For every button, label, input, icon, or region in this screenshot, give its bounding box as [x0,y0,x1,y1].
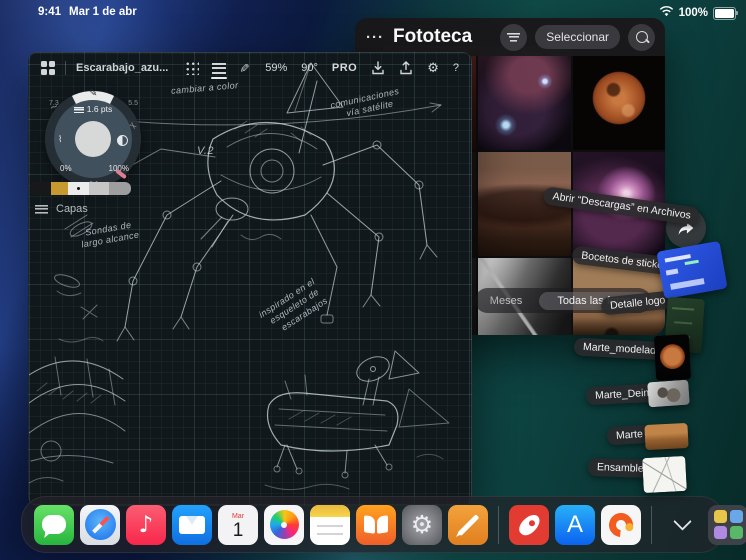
gallery-grid-icon[interactable] [41,61,55,75]
mail-app-icon[interactable] [172,504,212,545]
concepts-app-icon[interactable] [601,504,641,545]
music-app-icon[interactable]: ♪ [126,504,166,545]
battery-icon [713,6,738,20]
clock: 9:41 [38,6,62,18]
stylus-icon[interactable]: ✎ [237,63,251,73]
color-swatch-bar [31,182,131,195]
app-store-icon[interactable]: A [555,504,595,545]
drag-thumb-ensamble[interactable] [642,455,687,494]
fototeca-title: Fototeca [393,26,473,47]
stroke-lines-icon [73,106,84,113]
mini-apps-grid [713,510,743,539]
import-icon[interactable] [371,61,385,75]
notepad-icon [310,504,350,545]
dock-divider [498,505,499,544]
compass-icon [84,509,116,540]
more-options-button[interactable]: ··· [366,29,384,46]
concepts-window[interactable]: cambiar a color comunicaciones vía satél… [28,52,472,506]
layers-lines-icon [35,204,48,214]
smoothing-icon: ⌇ [58,134,63,144]
document-title[interactable]: Escarabajo_azu... [76,62,168,74]
opacity-contrast-icon [117,135,128,146]
settings-gear-icon[interactable]: ⚙ [427,61,439,76]
dock-collapse-button[interactable] [662,505,702,545]
layers-panel-toggle[interactable]: Capas [35,203,88,215]
appstore-a-icon: A [566,510,583,538]
notes-app-icon[interactable] [310,504,350,545]
books-app-icon[interactable] [356,504,396,545]
annotation-version: V.2 [197,145,214,157]
photo-nebulosa-cabeza-de-caballo[interactable] [478,46,571,150]
app-library-icon[interactable] [708,504,746,545]
c-swirl-icon [604,507,638,542]
drag-thumb-marte-modelado[interactable] [653,334,692,381]
swatch-gray[interactable] [109,182,131,195]
layers-label: Capas [56,203,88,215]
dots-grid-icon[interactable] [186,61,200,75]
swatch-black[interactable] [31,182,51,195]
dock-divider [651,505,652,544]
gear-icon: ⚙ [410,510,434,539]
messages-app-icon[interactable] [34,504,74,545]
safari-app-icon[interactable] [80,504,120,545]
date: Mar 1 de abr [69,6,137,18]
help-button[interactable]: ? [453,62,459,74]
active-pen-icon: ✎ [89,88,98,99]
toolbar-divider [65,61,66,75]
filter-lines-icon [507,32,521,42]
drawing-app-icon[interactable] [448,504,488,545]
drag-thumb-marte-deimos[interactable] [647,379,690,408]
pro-badge[interactable]: PRO [332,62,357,74]
rocket-app-icon[interactable] [509,504,549,545]
swatch-lightgray[interactable] [89,182,109,195]
music-note-icon: ♪ [138,511,154,538]
concepts-toolbar: Escarabajo_azu... ✎ 59% 90° PRO ⚙ ? [29,53,471,83]
tab-meses[interactable]: Meses [475,295,537,307]
wifi-icon [659,6,674,20]
rocket-icon [515,510,543,539]
photo-marte-planeta[interactable] [573,46,665,150]
tool-wheel[interactable]: ✎ ∼ ✂ 7.3 5.5 6.1 1.6 pts ⌇ 0% 100% [45,88,141,188]
select-button[interactable]: Seleccionar [535,25,620,49]
rotation-value[interactable]: 90° [301,62,318,74]
calendar-app-icon[interactable]: Mar 1 [218,504,258,545]
stroke-size-label: 1.6 pts [45,104,141,114]
dock: ♪ Mar 1 ⚙ A [21,496,746,553]
filter-button[interactable] [500,23,528,51]
drag-thumb-marte[interactable] [644,422,689,451]
battery-percent: 100% [678,7,708,19]
ipad-screen: 9:41 Mar 1 de abr 100% ··· Fototeca Sele… [0,0,746,560]
search-icon [635,31,648,43]
pen-icon [457,513,479,536]
export-icon[interactable] [399,61,413,75]
drag-thumb-stickers-azul[interactable] [656,240,728,300]
status-bar: 9:41 Mar 1 de abr 100% [0,0,746,24]
search-button[interactable] [628,23,655,51]
swatch-white-selected[interactable] [68,182,89,195]
layers-icon[interactable] [211,62,228,79]
envelope-icon [179,515,205,534]
settings-app-icon[interactable]: ⚙ [402,504,442,545]
flower-icon [269,510,299,539]
swatch-gold[interactable] [51,182,68,195]
speech-bubble-icon [42,515,66,534]
open-book-icon [364,516,388,533]
opacity-min: 0% [60,164,72,173]
wheel-center-button[interactable] [75,121,111,157]
chevron-down-icon [672,512,692,531]
calendar-day: 1 [232,519,244,541]
photos-app-icon[interactable] [264,504,304,545]
zoom-level[interactable]: 59% [265,62,287,74]
